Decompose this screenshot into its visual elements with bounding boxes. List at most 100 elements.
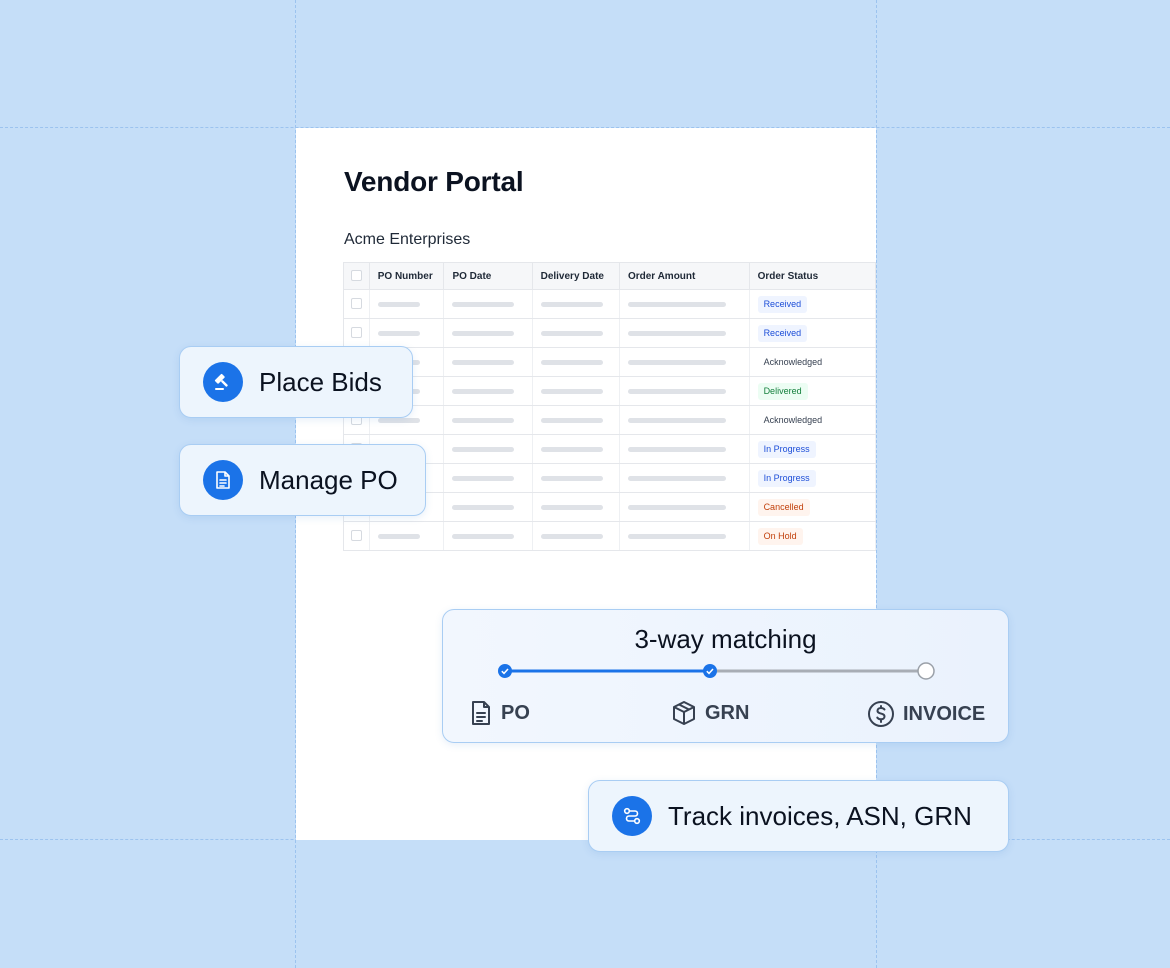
placeholder-cell — [532, 376, 620, 406]
skeleton-bar — [540, 359, 603, 365]
placeholder-cell — [619, 521, 750, 551]
place-bids-card[interactable]: Place Bids — [179, 346, 413, 418]
dollar-icon — [868, 701, 894, 727]
status-badge: In Progress — [757, 469, 816, 487]
status-cell: In Progress — [749, 434, 876, 464]
skeleton-bar — [627, 359, 726, 365]
skeleton-bar — [540, 504, 603, 510]
skeleton-bar — [627, 446, 726, 452]
row-checkbox[interactable] — [343, 318, 370, 348]
placeholder-cell — [619, 376, 750, 406]
skeleton-bar — [540, 533, 603, 539]
placeholder-cell — [532, 405, 620, 435]
skeleton-bar — [627, 533, 726, 539]
skeleton-bar — [627, 330, 726, 336]
status-badge: Received — [757, 295, 808, 313]
skeleton-bar — [540, 417, 603, 423]
skeleton-bar — [452, 388, 515, 394]
skeleton-bar — [540, 475, 603, 481]
status-cell: Delivered — [749, 376, 876, 406]
matching-title: 3-way matching — [634, 624, 817, 654]
skeleton-bar — [452, 359, 515, 365]
status-badge: Delivered — [757, 382, 808, 400]
gavel-icon — [203, 362, 243, 402]
skeleton-bar — [377, 330, 420, 336]
skeleton-bar — [377, 533, 420, 539]
page-title: Vendor Portal — [344, 166, 524, 197]
step-invoice-pending-icon — [917, 662, 935, 680]
skeleton-bar — [627, 417, 726, 423]
row-checkbox[interactable] — [343, 289, 370, 319]
placeholder-cell — [443, 405, 533, 435]
placeholder-cell — [443, 376, 533, 406]
skeleton-bar — [377, 301, 420, 307]
col-order-status[interactable]: Order Status — [749, 262, 876, 290]
skeleton-bar — [627, 388, 726, 394]
table-row[interactable]: Received — [343, 318, 876, 348]
placeholder-cell — [369, 318, 445, 348]
placeholder-cell — [532, 318, 620, 348]
skeleton-bar — [452, 533, 515, 539]
three-way-matching-card: 3-way matching PO GRN INVOICE — [442, 609, 1009, 743]
route-icon — [612, 796, 652, 836]
skeleton-bar — [452, 330, 515, 336]
status-cell: Received — [749, 289, 876, 319]
placeholder-cell — [369, 521, 445, 551]
col-delivery-date[interactable]: Delivery Date — [532, 262, 620, 290]
placeholder-cell — [443, 318, 533, 348]
step-invoice: INVOICE — [867, 700, 985, 728]
table-row[interactable]: On Hold — [343, 521, 876, 551]
manage-po-card[interactable]: Manage PO — [179, 444, 426, 516]
skeleton-bar — [540, 330, 603, 336]
company-name: Acme Enterprises — [344, 231, 471, 248]
table-row[interactable]: Acknowledged — [343, 347, 876, 377]
track-invoices-card[interactable]: Track invoices, ASN, GRN — [588, 780, 1009, 852]
skeleton-bar — [540, 446, 603, 452]
skeleton-bar — [452, 301, 515, 307]
status-cell: Acknowledged — [749, 405, 876, 435]
status-badge: Acknowledged — [757, 353, 829, 371]
skeleton-bar — [452, 504, 515, 510]
placeholder-cell — [619, 347, 750, 377]
placeholder-cell — [532, 463, 620, 493]
placeholder-cell — [619, 318, 750, 348]
col-po-number[interactable]: PO Number — [369, 262, 445, 290]
col-order-amount[interactable]: Order Amount — [619, 262, 750, 290]
matching-progress — [498, 662, 935, 680]
step-grn-done-icon — [703, 664, 717, 678]
document-icon — [203, 460, 243, 500]
placeholder-cell — [443, 521, 533, 551]
placeholder-cell — [619, 434, 750, 464]
row-checkbox[interactable] — [343, 521, 370, 551]
skeleton-bar — [452, 446, 515, 452]
status-badge: Acknowledged — [757, 411, 829, 429]
status-badge: Cancelled — [757, 498, 810, 516]
placeholder-cell — [532, 492, 620, 522]
table-header-row: PO Number PO Date Delivery Date Order Am… — [343, 262, 876, 290]
placeholder-cell — [532, 289, 620, 319]
table-row[interactable]: Acknowledged — [343, 405, 876, 435]
placeholder-cell — [443, 347, 533, 377]
placeholder-cell — [369, 289, 445, 319]
status-cell: Acknowledged — [749, 347, 876, 377]
select-all-checkbox[interactable] — [343, 262, 370, 290]
placeholder-cell — [619, 405, 750, 435]
package-icon — [673, 701, 695, 725]
status-cell: Received — [749, 318, 876, 348]
placeholder-cell — [443, 434, 533, 464]
status-cell: Cancelled — [749, 492, 876, 522]
track-invoices-label: Track invoices, ASN, GRN — [668, 800, 972, 831]
table-row[interactable]: Delivered — [343, 376, 876, 406]
col-po-date[interactable]: PO Date — [443, 262, 533, 290]
placeholder-cell — [443, 463, 533, 493]
status-badge: In Progress — [757, 440, 816, 458]
step-grn: GRN — [671, 700, 749, 726]
status-badge: Received — [757, 324, 808, 342]
status-cell: In Progress — [749, 463, 876, 493]
table-row[interactable]: Received — [343, 289, 876, 319]
skeleton-bar — [627, 301, 726, 307]
place-bids-label: Place Bids — [259, 366, 382, 397]
step-grn-label: GRN — [705, 701, 750, 724]
skeleton-bar — [627, 504, 726, 510]
skeleton-bar — [540, 388, 603, 394]
